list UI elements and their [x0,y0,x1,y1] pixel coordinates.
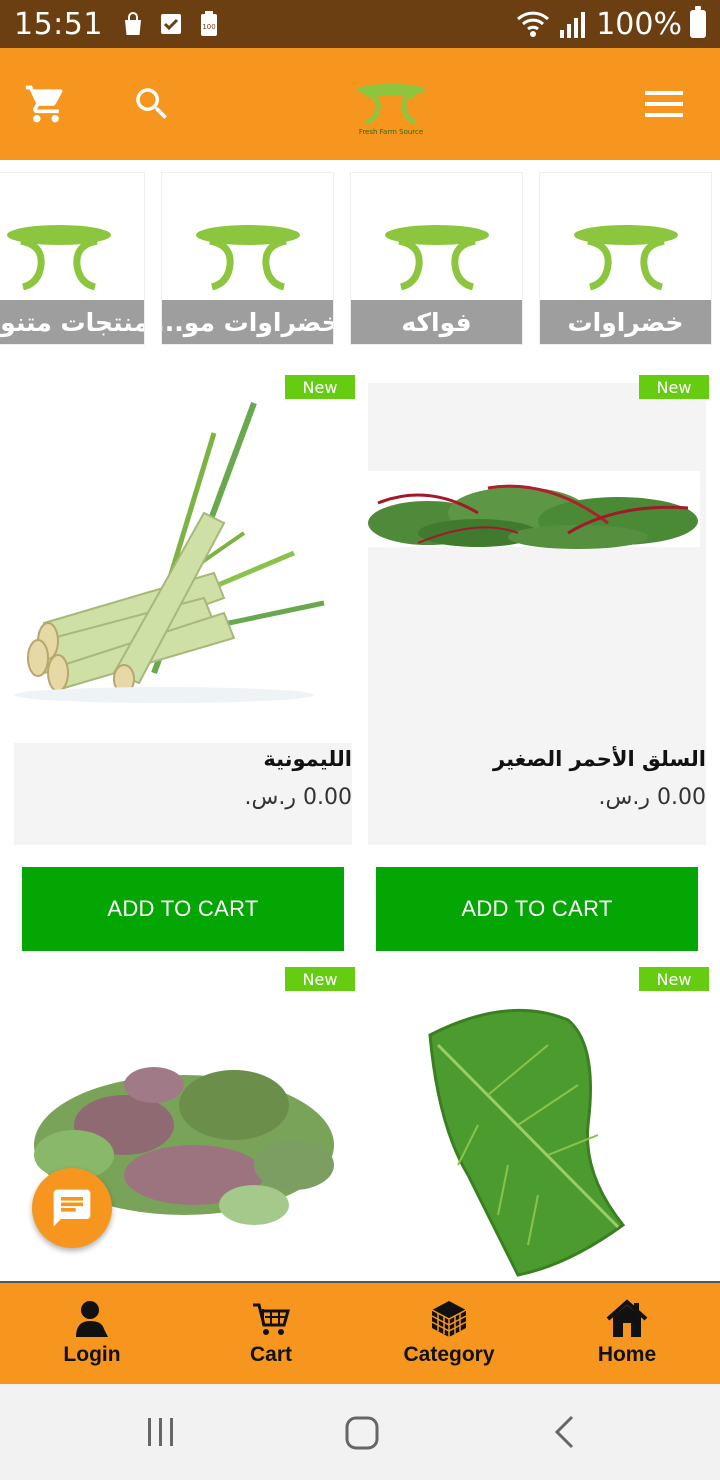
recent-apps-icon[interactable] [145,1416,177,1448]
nav-login[interactable]: Login [2,1283,182,1384]
product-name: الليمونية [263,747,352,771]
home-system-icon[interactable] [344,1415,380,1451]
product-card[interactable]: New الليمونية 0.00 ر.س. [14,375,355,845]
bottom-navigation: Login Cart Category Home [0,1281,720,1384]
cube-icon [431,1301,467,1337]
nav-label: Category [403,1343,495,1366]
category-logo-icon [196,225,300,291]
logo-table-icon: Fresh Farm Source [357,84,425,136]
status-bar: 15:51 100 100% [0,0,720,48]
new-badge: New [285,967,355,991]
cart-icon [25,85,63,123]
category-card[interactable]: خضراوات مو... [161,172,334,345]
category-logo-icon [7,225,111,291]
home-icon [606,1299,648,1337]
system-navigation-bar [0,1384,720,1480]
product-card[interactable]: New السلق الأحمر الصغير 0.00 ر.س. [368,375,709,845]
category-card[interactable]: خضراوات [539,172,712,345]
status-right: 100% [516,6,706,42]
chat-fab-button[interactable] [32,1168,112,1248]
nav-label: Cart [249,1343,292,1366]
svg-text:Fresh Farm Source: Fresh Farm Source [359,128,423,136]
cart-icon [253,1303,290,1335]
category-carousel[interactable]: خضراوات فواكه خضراوات مو... منتجات متنوع… [0,172,720,346]
category-label: خضراوات [540,300,711,344]
battery-percentage: 100% [596,6,682,42]
red-chard-image [368,471,700,549]
category-label: فواكه [351,300,522,344]
wifi-icon [517,11,550,37]
product-price: 0.00 ر.س. [598,785,706,810]
nav-category[interactable]: Category [359,1283,539,1384]
category-card[interactable]: فواكه [350,172,523,345]
shopping-bag-icon [124,12,141,35]
svg-text:100: 100 [202,23,215,31]
status-time: 15:51 [14,6,103,42]
checkbox-notification-icon [160,14,181,34]
nav-label: Login [63,1343,121,1366]
header-cart-button[interactable] [20,78,72,130]
add-to-cart-button[interactable]: ADD TO CART [376,867,698,951]
nav-home[interactable]: Home [537,1283,717,1384]
product-name: السلق الأحمر الصغير [493,747,706,771]
product-card[interactable]: New [368,967,709,1281]
menu-icon [645,91,683,117]
nav-cart[interactable]: Cart [181,1283,361,1384]
shiso-leaf-image [428,1008,626,1277]
category-card[interactable]: منتجات متنوعة [0,172,145,345]
category-label: خضراوات مو... [162,300,333,344]
category-logo-icon [385,225,489,291]
back-icon[interactable] [552,1414,576,1450]
brand-logo[interactable]: Fresh Farm Source [352,82,430,138]
new-badge: New [639,375,709,399]
menu-button[interactable] [638,78,690,130]
user-icon [76,1301,108,1337]
battery-icon [690,6,706,38]
search-icon [136,88,167,119]
product-image[interactable] [14,383,352,743]
new-badge: New [639,967,709,991]
category-logo-icon [574,225,678,291]
product-price: 0.00 ر.س. [244,785,352,810]
app-screen: 15:51 100 100% Fresh Farm Source خضراوات… [0,0,720,1480]
header-search-button[interactable] [126,78,178,130]
battery-saver-icon: 100 [200,11,217,36]
app-header: Fresh Farm Source [0,48,720,160]
product-image[interactable] [368,975,706,1281]
product-image[interactable] [368,383,706,743]
chat-icon [53,1189,91,1227]
notification-icons: 100 [121,11,221,37]
category-label: منتجات متنوعة [0,300,144,344]
lemongrass-image [14,401,325,703]
new-badge: New [285,375,355,399]
add-to-cart-button[interactable]: ADD TO CART [22,867,344,951]
nav-label: Home [597,1343,657,1366]
signal-icon [560,12,586,38]
